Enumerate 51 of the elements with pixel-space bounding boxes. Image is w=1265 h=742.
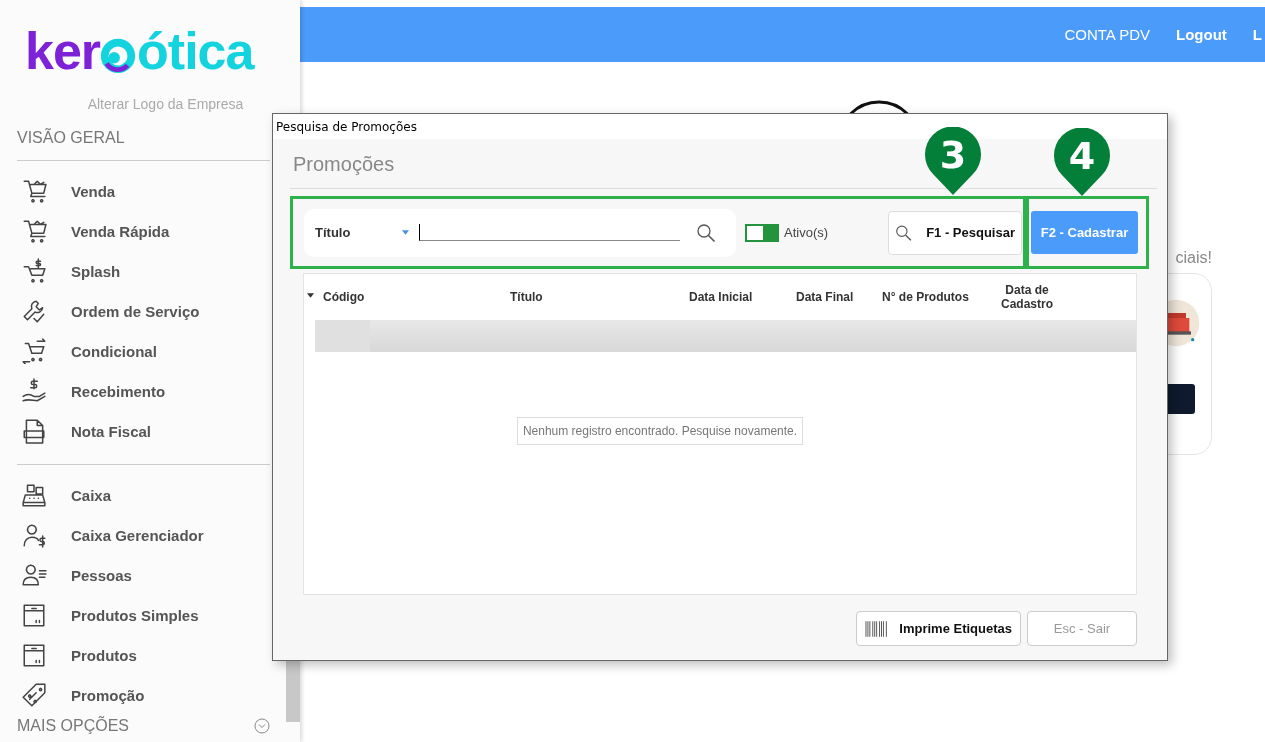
empty-message: Nenhum registro encontrado. Pesquise novamente. xyxy=(516,417,804,445)
search-button[interactable]: F1 - Pesquisar xyxy=(888,210,1022,255)
wrench-icon xyxy=(21,298,47,324)
column-header[interactable]: Código xyxy=(304,290,510,304)
hand-dollar-icon xyxy=(21,378,47,404)
callout-marker: 3 xyxy=(923,127,983,197)
cart-icon xyxy=(21,258,47,284)
toggle-switch[interactable] xyxy=(745,223,779,242)
print-labels-button[interactable]: Imprime Etiquetas xyxy=(856,611,1021,646)
nav-item[interactable]: Splash xyxy=(17,251,284,291)
more-options-toggle[interactable]: MAIS OPÇÕES xyxy=(17,717,270,735)
column-header[interactable]: Data Inicial xyxy=(689,290,796,304)
cart-icon xyxy=(21,178,47,204)
nav-item[interactable]: Promoção xyxy=(17,675,284,715)
nav-item[interactable]: Produtos xyxy=(17,635,284,675)
nav-item[interactable]: Produtos Simples xyxy=(17,595,284,635)
partial-text: ciais! xyxy=(1175,249,1212,267)
column-header[interactable]: Data Final xyxy=(796,290,882,304)
nav-item[interactable]: Nota Fiscal xyxy=(17,411,284,451)
window-title: Pesquisa de Promoções xyxy=(273,114,1167,139)
nav-item[interactable]: Ordem de Serviço xyxy=(17,291,284,331)
search-icon xyxy=(895,223,913,242)
cash-register-icon xyxy=(21,482,47,508)
caret-icon xyxy=(402,230,409,235)
barcode-icon xyxy=(865,620,889,637)
search-icon[interactable] xyxy=(696,222,716,243)
section-title: VISÃO GERAL xyxy=(17,129,126,147)
dialog-heading: Promoções xyxy=(293,153,395,176)
column-header[interactable]: Data de Cadastro xyxy=(991,283,1063,311)
nav-item[interactable]: Caixa xyxy=(17,475,284,515)
cart-icon xyxy=(21,338,47,364)
nav-item[interactable]: Recebimento xyxy=(17,371,284,411)
nav-item[interactable]: Caixa Gerenciador xyxy=(17,515,284,555)
document-icon xyxy=(21,418,47,444)
nav-item[interactable]: Venda xyxy=(17,171,284,211)
cart-icon xyxy=(21,218,47,244)
toggle-label: Ativo(s) xyxy=(784,225,829,240)
field-selector[interactable]: Título xyxy=(315,225,419,240)
box-icon xyxy=(21,602,47,628)
person-list-icon xyxy=(21,562,47,588)
column-header[interactable]: N° de Produtos xyxy=(882,290,991,304)
box-icon xyxy=(21,642,47,668)
person-dollar-icon xyxy=(21,522,47,548)
nav-item[interactable]: Pessoas xyxy=(17,555,284,595)
tag-icon xyxy=(21,682,47,708)
search-field[interactable] xyxy=(419,224,680,241)
column-header[interactable]: Título xyxy=(510,290,689,304)
callout-marker: 4 xyxy=(1052,128,1112,198)
logo: ker ótica xyxy=(25,22,256,80)
nav-item[interactable]: Venda Rápida xyxy=(17,211,284,251)
nav-item[interactable]: Condicional xyxy=(17,331,284,371)
